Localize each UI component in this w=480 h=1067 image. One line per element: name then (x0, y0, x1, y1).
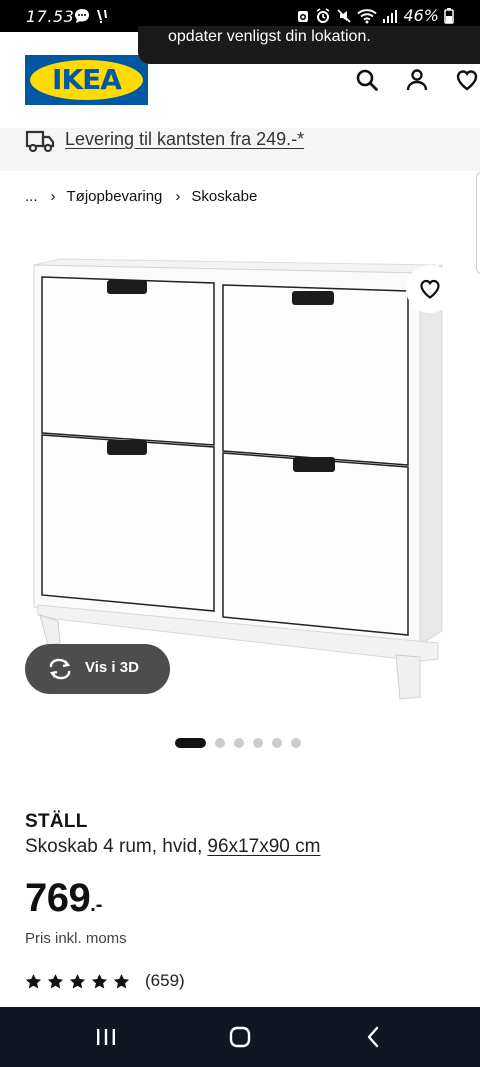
heart-icon (420, 279, 440, 299)
product-rating[interactable]: (659) (25, 971, 185, 991)
star-icon (25, 973, 42, 989)
breadcrumb-item-clothes-storage[interactable]: Tøjopbevaring (67, 188, 163, 205)
breadcrumb-ellipsis[interactable]: ... (25, 188, 38, 205)
product-name: STÄLL (25, 811, 88, 832)
signal-icon (383, 9, 398, 23)
price-note: Pris inkl. moms (25, 930, 127, 947)
ikea-logo[interactable]: IKEA (25, 55, 148, 105)
view-in-3d-button[interactable]: Vis i 3D (25, 644, 170, 694)
battery-icon (444, 7, 454, 24)
rotate-3d-icon (49, 658, 71, 680)
location-toast[interactable]: opdater venligst din lokation. (138, 26, 480, 64)
star-icon (69, 973, 86, 989)
carousel-dot[interactable] (215, 738, 225, 748)
carousel-dot[interactable] (272, 738, 282, 748)
carousel-dot[interactable] (234, 738, 244, 748)
product-description: Skoskab 4 rum, hvid, 96x17x90 cm (25, 836, 320, 858)
recent-apps-icon[interactable] (94, 1025, 118, 1049)
star-icon (113, 973, 130, 989)
carousel-dot-active[interactable] (175, 738, 206, 748)
status-time: 17.53 (26, 7, 75, 26)
toast-text: opdater venligst din lokation. (168, 28, 371, 45)
chevron-right-icon: › (175, 188, 181, 205)
carousel-dot[interactable] (253, 738, 263, 748)
star-icon (91, 973, 108, 989)
notification-icon (97, 10, 107, 24)
product-dimensions-link[interactable]: 96x17x90 cm (207, 836, 320, 857)
chat-bubble-icon (75, 9, 89, 23)
star-icon (47, 973, 64, 989)
breadcrumb-item-shoe-cabinets[interactable]: Skoskabe (191, 188, 257, 205)
mute-icon (337, 8, 352, 23)
logo-text: IKEA (52, 63, 122, 96)
back-icon[interactable] (362, 1025, 386, 1049)
battery-percent: 46% (403, 6, 439, 25)
truck-icon (25, 130, 55, 153)
delivery-text[interactable]: Levering til kantsten fra 249.-* (65, 129, 304, 150)
android-nav-bar (0, 1007, 480, 1067)
price-integer: 769 (25, 876, 91, 920)
vibrate-icon (316, 7, 330, 23)
product-description-text: Skoskab 4 rum, hvid, (25, 836, 203, 857)
delivery-banner[interactable]: Levering til kantsten fra 249.-* (0, 128, 480, 171)
wifi-icon (357, 8, 378, 23)
home-icon[interactable] (228, 1025, 252, 1049)
search-icon[interactable] (355, 68, 379, 92)
price-suffix: .- (90, 894, 103, 916)
image-carousel-dots (175, 738, 301, 748)
carousel-dot[interactable] (291, 738, 301, 748)
rating-count: (659) (145, 971, 185, 990)
product-price: 769 .- (25, 878, 102, 918)
add-to-favourites-button[interactable] (406, 265, 454, 313)
product-image[interactable] (0, 235, 480, 715)
alarm-icon (298, 10, 309, 22)
chevron-right-icon: › (50, 188, 56, 205)
breadcrumb: ... › Tøjopbevaring › Skoskabe (25, 188, 257, 205)
account-icon[interactable] (405, 68, 429, 92)
heart-icon[interactable] (455, 68, 479, 92)
rating-stars (25, 973, 130, 990)
view-in-3d-label: Vis i 3D (85, 659, 139, 676)
